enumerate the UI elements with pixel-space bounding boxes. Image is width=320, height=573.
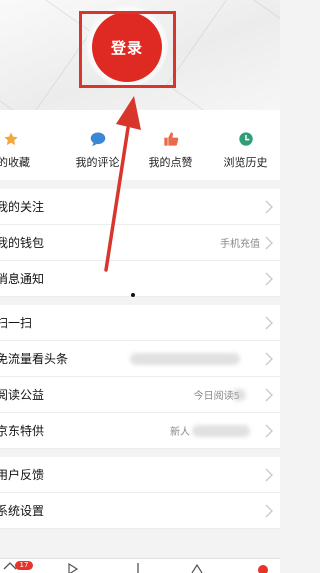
profile-header: 登录 (0, 0, 280, 110)
menu-item-label: 我的钱包 (0, 236, 45, 250)
menu-item-jd-special[interactable]: 京东特供 新人 (0, 413, 280, 449)
touch-point (131, 293, 135, 297)
shortcut-row: 我的收藏 我的评论 我的点赞 浏览历史 (0, 110, 280, 180)
discover-tab-icon[interactable] (190, 561, 204, 573)
comment-icon (63, 130, 132, 148)
menu-item-label: 我的关注 (0, 200, 45, 214)
shortcut-comments[interactable]: 我的评论 (63, 110, 132, 180)
chevron-right-icon (265, 236, 273, 250)
menu-item-wallet[interactable]: 我的钱包 手机充值 (0, 225, 280, 261)
menu-item-scan[interactable]: 扫一扫 (0, 305, 280, 341)
star-icon (0, 130, 22, 148)
shortcut-history[interactable]: 浏览历史 (211, 110, 280, 180)
menu-item-label: 京东特供 (0, 424, 45, 438)
menu-item-free-data[interactable]: 免流量看头条 (0, 341, 280, 377)
shortcut-likes[interactable]: 我的点赞 (136, 110, 205, 180)
annotation-highlight-box (79, 11, 176, 88)
chevron-right-icon (265, 424, 273, 438)
menu-item-label: 系统设置 (0, 504, 45, 518)
blurred-content (232, 389, 246, 401)
thumbs-up-icon (136, 130, 205, 148)
chevron-right-icon (265, 200, 273, 214)
menu-item-settings[interactable]: 系统设置 (0, 493, 280, 529)
menu-item-feedback[interactable]: 用户反馈 (0, 457, 280, 493)
shortcut-label: 浏览历史 (223, 156, 268, 169)
menu-item-label: 免流量看头条 (0, 352, 69, 366)
blurred-content (130, 353, 240, 365)
menu-item-notifications[interactable]: 消息通知 (0, 261, 280, 297)
chevron-right-icon (265, 388, 273, 402)
menu-item-label: 阅读公益 (0, 388, 45, 402)
menu-item-label: 消息通知 (0, 272, 45, 286)
menu-item-label: 用户反馈 (0, 468, 45, 482)
header-decoration (0, 0, 92, 110)
chevron-right-icon (265, 504, 273, 518)
bottom-tab-bar: 17 (0, 558, 280, 573)
shortcut-favorites[interactable]: 我的收藏 (0, 110, 69, 180)
menu-list: 我的关注 我的钱包 手机充值 消息通知 扫一扫 免流量看头条 阅读公益 今日阅读… (0, 189, 280, 529)
clock-icon (211, 130, 280, 148)
menu-item-reading-charity[interactable]: 阅读公益 今日阅读5 (0, 377, 280, 413)
chevron-right-icon (265, 272, 273, 286)
me-tab-icon[interactable] (256, 561, 270, 573)
shortcut-label: 我的评论 (75, 156, 120, 169)
notification-badge: 17 (15, 561, 33, 570)
blurred-content (192, 425, 250, 437)
video-tab-icon[interactable] (66, 561, 80, 573)
menu-item-label: 扫一扫 (0, 316, 33, 330)
menu-item-follows[interactable]: 我的关注 (0, 189, 280, 225)
chevron-right-icon (265, 468, 273, 482)
menu-item-subtext: 新人 (170, 427, 190, 438)
shortcut-label: 我的收藏 (0, 156, 30, 169)
micro-tab-icon[interactable] (131, 561, 145, 573)
menu-item-subtext: 手机充值 (220, 239, 260, 250)
chevron-right-icon (265, 316, 273, 330)
header-decoration (166, 0, 280, 110)
chevron-right-icon (265, 352, 273, 366)
shortcut-label: 我的点赞 (148, 156, 193, 169)
